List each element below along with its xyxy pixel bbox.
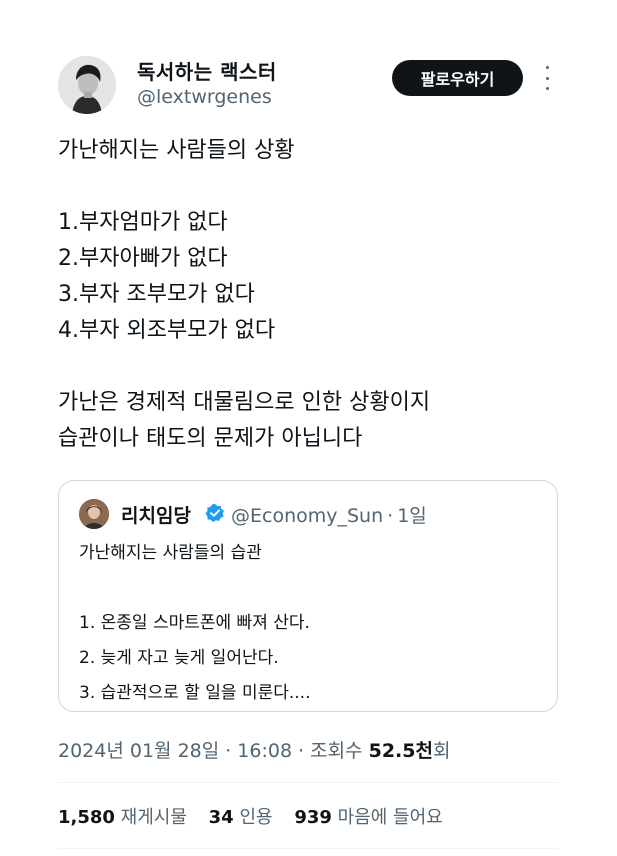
views-suffix: 회 (432, 740, 451, 762)
author-avatar[interactable] (58, 56, 116, 114)
verified-badge-icon (205, 503, 225, 523)
quotes-label: 인용 (239, 807, 273, 828)
more-options-icon[interactable] (540, 66, 554, 90)
quotes-count: 34 (208, 807, 234, 828)
tweet-line: 가난은 경제적 대물림으로 인한 상황이지 (58, 390, 431, 415)
quoted-tweet-text: 가난해지는 사람들의 습관 1. 온종일 스마트폰에 빠져 산다. 2. 늦게 … (79, 536, 549, 711)
reposts-label: 재게시물 (120, 807, 187, 828)
tweet-text: 가난해지는 사람들의 상황 1.부자엄마가 없다 2.부자아빠가 없다 3.부자… (58, 133, 588, 457)
quoted-author-handle[interactable]: @Economy_Sun (231, 505, 383, 527)
views-count: 52.5천 (368, 740, 433, 762)
quoted-tweet-line: 1. 온종일 스마트폰에 빠져 산다. (79, 613, 310, 633)
reposts-count: 1,580 (58, 807, 115, 828)
tweet-meta: 2024년 01월 28일 · 16:08 · 조회수 52.5천회 (58, 736, 450, 763)
likes-label: 마음에 들어요 (337, 807, 443, 828)
engagement-stats: 1,580 재게시물 34 인용 939 마음에 들어요 (58, 803, 459, 829)
author-display-name[interactable]: 독서하는 랙스터 (137, 56, 277, 85)
quoted-tweet-card[interactable]: 리치임당 @Economy_Sun · 1일 가난해지는 사람들의 습관 1. 온종… (58, 480, 558, 712)
meta-separator: · (387, 505, 394, 527)
meta-separator: · (298, 740, 305, 762)
tweet-time[interactable]: 16:08 (237, 740, 292, 762)
tweet-line: 1.부자엄마가 없다 (58, 210, 228, 235)
follow-button[interactable]: 팔로우하기 (392, 60, 523, 96)
author-handle[interactable]: @lextwrgenes (137, 86, 272, 108)
tweet-line: 가난해지는 사람들의 상황 (58, 138, 295, 163)
divider (58, 782, 558, 783)
divider (58, 848, 558, 849)
likes-stat[interactable]: 939 마음에 들어요 (294, 807, 442, 828)
tweet-line-gap (58, 349, 588, 385)
quoted-tweet-line-gap (79, 571, 549, 606)
views-label: 조회수 (310, 740, 363, 762)
quoted-author-avatar[interactable] (79, 499, 109, 529)
quoted-tweet-line: 3. 습관적으로 할 일을 미룬다.... (79, 683, 311, 703)
quoted-tweet-line: 2. 늦게 자고 늦게 일어난다. (79, 648, 279, 668)
meta-separator: · (225, 740, 232, 762)
reposts-stat[interactable]: 1,580 재게시물 (58, 807, 187, 828)
tweet-line-gap (58, 169, 588, 205)
quoted-author-name[interactable]: 리치임당 (121, 501, 191, 528)
tweet-date[interactable]: 2024년 01월 28일 (58, 740, 219, 762)
quotes-stat[interactable]: 34 인용 (209, 807, 273, 828)
tweet-line: 2.부자아빠가 없다 (58, 246, 228, 271)
quoted-author-meta: @Economy_Sun · 1일 (231, 501, 427, 528)
likes-count: 939 (294, 807, 332, 828)
tweet-line: 습관이나 태도의 문제가 아닙니다 (58, 426, 363, 451)
quoted-tweet-time[interactable]: 1일 (397, 505, 427, 527)
tweet-line: 4.부자 외조부모가 없다 (58, 318, 276, 343)
tweet-line: 3.부자 조부모가 없다 (58, 282, 255, 307)
quoted-tweet-line: 가난해지는 사람들의 습관 (79, 543, 262, 563)
